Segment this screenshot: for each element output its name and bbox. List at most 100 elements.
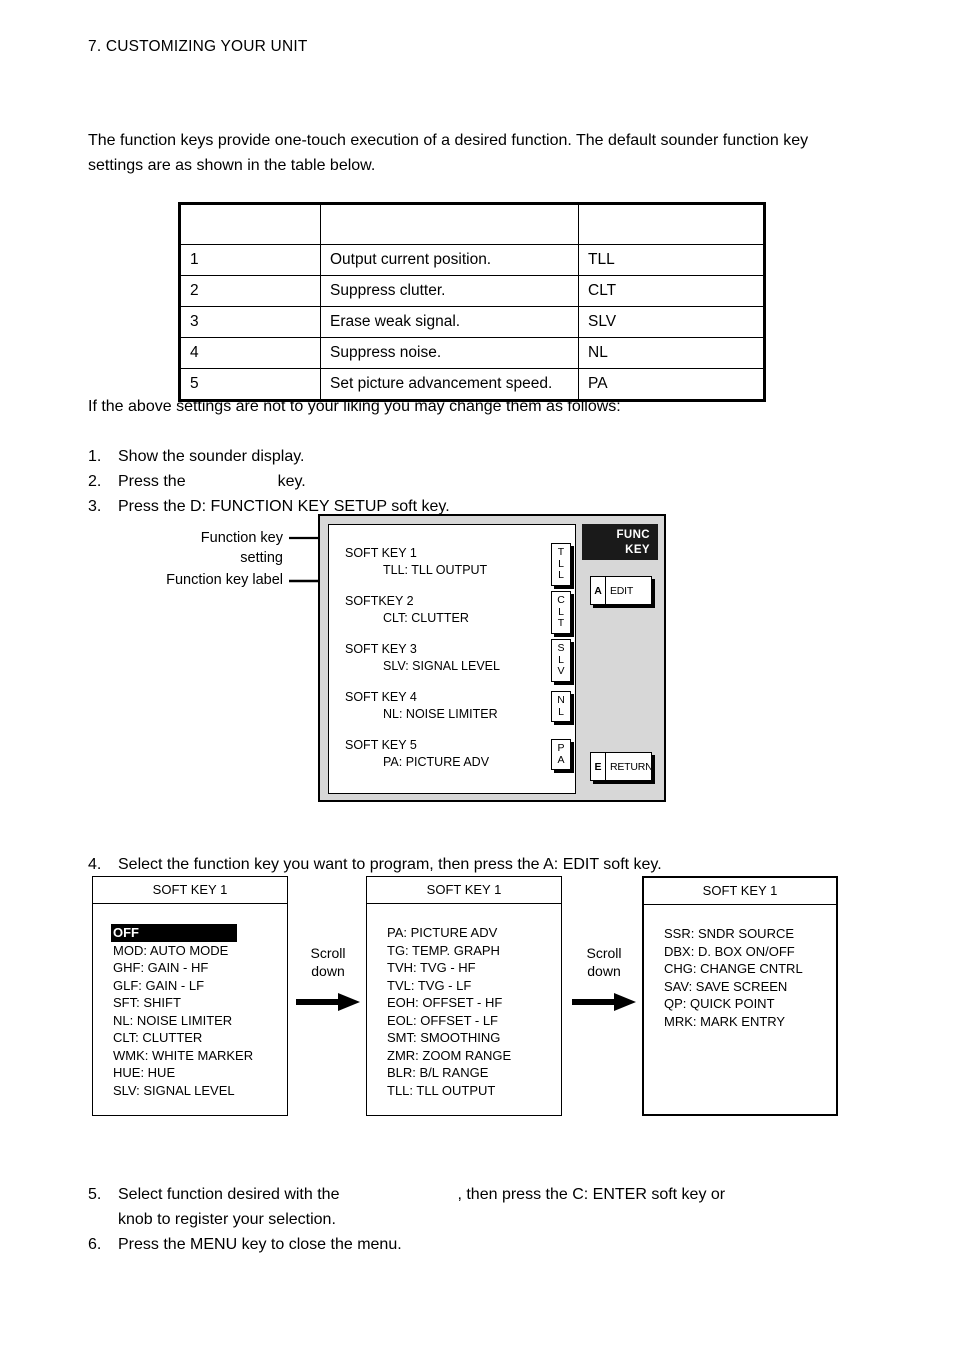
soft-key-edit-button[interactable]: A EDIT	[590, 576, 652, 605]
cell-label: SLV	[578, 306, 764, 338]
step-text: Show the sounder display.	[118, 448, 305, 465]
option-item[interactable]: TLL: TLL OUTPUT	[385, 1082, 561, 1100]
page-running-header: 7. CUSTOMIZING YOUR UNIT	[88, 38, 308, 55]
option-item[interactable]: NL: NOISE LIMITER	[111, 1012, 287, 1030]
softkey-entry-2[interactable]: SOFTKEY 2 CLT: CLUTTER	[345, 593, 469, 627]
softkey-entry-1[interactable]: SOFT KEY 1 TLL: TLL OUTPUT	[345, 545, 487, 579]
option-item[interactable]: CLT: CLUTTER	[111, 1029, 287, 1047]
table-header-cell-no	[180, 204, 321, 245]
cell-label: CLT	[578, 275, 764, 307]
soft-key-label: EDIT	[610, 584, 634, 597]
option-item[interactable]: TVH: TVG - HF	[385, 959, 561, 977]
option-item[interactable]: EOH: OFFSET - HF	[385, 994, 561, 1012]
keycap-letter: V	[557, 665, 565, 677]
option-item[interactable]: QP: QUICK POINT	[662, 995, 836, 1013]
keycap-letter: N	[557, 694, 565, 706]
option-item[interactable]: WMK: WHITE MARKER	[111, 1047, 287, 1065]
panel-title-line-1: FUNC	[616, 529, 650, 541]
step-number: 4.	[88, 856, 102, 873]
option-item[interactable]: DBX: D. BOX ON/OFF	[662, 943, 836, 961]
scroll-note-line-2: down	[311, 963, 345, 979]
soft-key-panel-title: FUNC KEY	[582, 524, 658, 560]
table-row: 2 Suppress clutter. CLT	[180, 275, 764, 307]
function-key-label-pa[interactable]: PA	[551, 739, 571, 770]
softkey-value: PA: PICTURE ADV	[383, 755, 490, 769]
cell-function: Suppress clutter.	[320, 275, 579, 307]
option-list-box-3[interactable]: SOFT KEY 1 SSR: SNDR SOURCE DBX: D. BOX O…	[642, 876, 838, 1116]
option-item[interactable]: HUE: HUE	[111, 1064, 287, 1082]
softkey-title: SOFT KEY 4	[345, 690, 417, 704]
option-list: OFF MOD: AUTO MODE GHF: GAIN - HF GLF: GAIN…	[93, 904, 287, 1099]
cell-key-number: 2	[180, 275, 321, 307]
step-6: 6. Press the MENU key to close the menu.	[88, 1232, 848, 1257]
step-number: 3.	[88, 498, 102, 515]
option-box-title: SOFT KEY 1	[367, 877, 561, 904]
option-item[interactable]: SSR: SNDR SOURCE	[662, 925, 836, 943]
step-number: 2.	[88, 473, 102, 490]
panel-title-line-2: KEY	[625, 544, 650, 556]
softkey-title: SOFT KEY 1	[345, 546, 417, 560]
step-text: Press the MENU key to close the menu.	[118, 1236, 402, 1253]
step-text-after: , then press the C: ENTER soft key or	[457, 1186, 726, 1203]
option-item[interactable]: TG: TEMP. GRAPH	[385, 942, 561, 960]
option-item[interactable]: SMT: SMOOTHING	[385, 1029, 561, 1047]
softkey-title: SOFT KEY 3	[345, 642, 417, 656]
option-item[interactable]: TVL: TVG - LF	[385, 977, 561, 995]
step-text: Select the function key you want to prog…	[118, 856, 662, 873]
step-text-after: key.	[277, 473, 306, 490]
function-key-label-nl[interactable]: NL	[551, 691, 571, 722]
softkey-value: CLT: CLUTTER	[383, 611, 469, 625]
cell-key-number: 3	[180, 306, 321, 338]
option-item[interactable]: SLV: SIGNAL LEVEL	[111, 1082, 287, 1100]
option-box-title: SOFT KEY 1	[644, 878, 836, 905]
option-item[interactable]: CHG: CHANGE CNTRL	[662, 960, 836, 978]
option-item-selected[interactable]: OFF	[111, 924, 237, 942]
softkey-entry-3[interactable]: SOFT KEY 3 SLV: SIGNAL LEVEL	[345, 641, 500, 675]
step-text-line2: knob to register your selection.	[118, 1211, 336, 1228]
option-item[interactable]: PA: PICTURE ADV	[385, 924, 561, 942]
soft-key-panel: FUNC KEY A EDIT E RETURN	[582, 524, 658, 794]
option-item[interactable]: GHF: GAIN - HF	[111, 959, 287, 977]
soft-key-return-button[interactable]: E RETURN	[590, 752, 653, 781]
scroll-down-note-1: Scroll down	[295, 944, 361, 980]
option-item[interactable]: ZMR: ZOOM RANGE	[385, 1047, 561, 1065]
intro-paragraph: The function keys provide one-touch exec…	[88, 132, 809, 174]
table-row: 1 Output current position. TLL	[180, 244, 764, 276]
table-header-cell-label	[578, 204, 764, 245]
screen-area: SOFT KEY 1 TLL: TLL OUTPUT SOFTKEY 2 CLT…	[328, 524, 576, 794]
softkey-value: TLL: TLL OUTPUT	[383, 563, 488, 577]
step-4: 4. Select the function key you want to p…	[88, 852, 848, 877]
table-row: 3 Erase weak signal. SLV	[180, 306, 764, 338]
softkey-title: SOFTKEY 2	[345, 594, 414, 608]
step-2: 2. Press the key.	[88, 469, 728, 494]
step-5: 5. Select function desired with the , the…	[88, 1182, 848, 1232]
step-number: 1.	[88, 448, 102, 465]
step-number: 5.	[88, 1186, 102, 1203]
function-key-label-clt[interactable]: CLT	[551, 591, 571, 634]
keycap-letter: S	[557, 642, 565, 654]
softkey-value: NL: NOISE LIMITER	[383, 707, 498, 721]
function-key-label-slv[interactable]: SLV	[551, 639, 571, 682]
softkey-value: SLV: SIGNAL LEVEL	[383, 659, 500, 673]
option-item[interactable]: EOL: OFFSET - LF	[385, 1012, 561, 1030]
option-item[interactable]: BLR: B/L RANGE	[385, 1064, 561, 1082]
option-item[interactable]: SFT: SHIFT	[111, 994, 287, 1012]
scroll-note-line-2: down	[587, 963, 621, 979]
soft-key-letter: E	[591, 753, 606, 780]
option-item[interactable]: MRK: MARK ENTRY	[662, 1013, 836, 1031]
option-list-box-2[interactable]: SOFT KEY 1 PA: PICTURE ADV TG: TEMP. GRAP…	[366, 876, 562, 1116]
table-header-row	[180, 204, 764, 245]
softkey-entry-4[interactable]: SOFT KEY 4 NL: NOISE LIMITER	[345, 689, 498, 723]
function-key-label-tll[interactable]: TLL	[551, 543, 571, 586]
softkey-entry-5[interactable]: SOFT KEY 5 PA: PICTURE ADV	[345, 737, 489, 771]
keycap-letter: C	[557, 594, 565, 606]
option-item[interactable]: SAV: SAVE SCREEN	[662, 978, 836, 996]
default-settings-table: 1 Output current position. TLL 2 Suppres…	[178, 202, 766, 402]
option-list-box-1[interactable]: SOFT KEY 1 OFF MOD: AUTO MODE GHF: GAIN - …	[92, 876, 288, 1116]
option-item[interactable]: GLF: GAIN - LF	[111, 977, 287, 995]
option-item[interactable]: MOD: AUTO MODE	[111, 942, 287, 960]
scroll-note-line-1: Scroll	[310, 945, 346, 961]
step-text: Select function desired with the , then p…	[118, 1182, 848, 1232]
cell-label: NL	[578, 337, 764, 369]
cell-function: Erase weak signal.	[320, 306, 579, 338]
